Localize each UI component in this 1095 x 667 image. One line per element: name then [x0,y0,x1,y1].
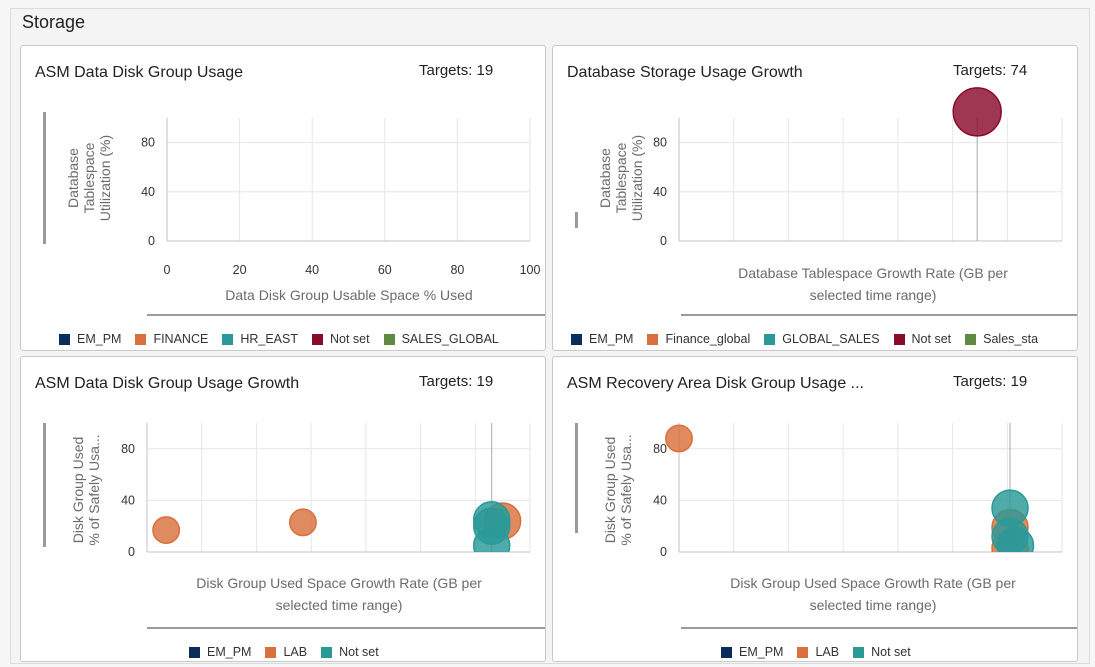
chart-card-asm-recovery-usage[interactable]: ASM Recovery Area Disk Group Usage ... T… [552,356,1078,662]
x-axis-label: Disk Group Used Space Growth Rate (GB pe… [730,575,1016,613]
legend-swatch [265,646,277,658]
data-points [952,87,1002,137]
legend-swatch [135,333,147,345]
y-tick-label: 0 [128,545,135,559]
y-tick-label: 80 [121,442,135,456]
legend-swatch [853,646,865,658]
data-point-not-set[interactable] [952,87,1002,137]
chart-legend: EM_PM LAB Not set [189,645,393,659]
y-tick-label: 0 [148,234,155,248]
x-axis-scrollbar[interactable] [147,627,545,629]
legend-swatch [383,333,395,345]
data-point-lab[interactable] [152,516,181,545]
data-point-lab[interactable] [665,424,693,453]
legend-item[interactable]: Not set [321,645,379,659]
legend-item[interactable]: Not set [893,332,952,346]
legend-label: FINANCE [153,332,209,346]
x-tick-label: 0 [164,263,171,277]
plot-grid [146,423,531,553]
legend-label: LAB [283,645,308,659]
legend-item[interactable]: FINANCE [135,332,208,346]
legend-swatch [321,646,333,658]
scatter-plot: 0 40 80 [121,423,531,564]
data-point-not-set[interactable] [472,526,511,564]
legend-label: GLOBAL_SALES [782,332,880,346]
legend-label: EM_PM [589,332,634,346]
legend-label: Finance_global [665,332,751,346]
y-tick-label: 40 [653,185,667,199]
legend-item[interactable]: Not set [853,645,911,659]
legend-swatch [965,333,977,345]
x-axis-label: Data Disk Group Usable Space % Used [225,287,473,303]
legend-swatch [59,333,70,345]
legend-label: LAB [815,645,840,659]
x-tick-label: 100 [520,263,541,277]
legend-swatch [189,646,200,658]
legend-label: Not set [339,645,379,659]
legend-swatch [311,333,323,345]
legend-label: Sales_sta [983,332,1039,346]
section-title: Storage [22,12,86,32]
data-point-not-set[interactable] [996,526,1035,564]
data-points [665,424,1035,564]
x-tick-label: 40 [305,263,319,277]
legend-label: EM_PM [207,645,252,659]
y-tick-label: 40 [121,493,135,507]
data-point-lab[interactable] [288,508,317,537]
y-tick-label: 80 [653,136,667,150]
y-tick-label: 40 [653,493,667,507]
chart-card-asm-data-usage[interactable]: ASM Data Disk Group Usage Targets: 19 Da… [20,45,546,351]
x-tick-label: 60 [378,263,392,277]
y-tick-label: 80 [653,442,667,456]
legend-label: Not set [871,645,911,659]
legend-swatch [647,333,659,345]
legend-item[interactable]: Finance_global [647,332,750,346]
legend-swatch [893,333,905,345]
chart-card-db-storage-growth[interactable]: Database Storage Usage Growth Targets: 7… [552,45,1078,351]
legend-label: Not set [911,332,952,346]
legend-swatch [721,646,732,658]
y-tick-label: 0 [660,234,667,248]
legend-item[interactable]: SALES_GLOBAL [383,332,499,346]
legend-item[interactable]: GLOBAL_SALES [764,332,880,346]
legend-label: EM_PM [77,332,122,346]
legend-label: EM_PM [739,645,784,659]
legend-swatch [222,333,234,345]
legend-swatch [571,333,582,345]
legend-item[interactable]: EM_PM [59,332,121,346]
y-tick-label: 40 [141,185,155,199]
scatter-plot: 0 40 80 [653,423,1063,564]
x-axis-scrollbar[interactable] [681,627,1077,629]
chart-card-asm-data-growth[interactable]: ASM Data Disk Group Usage Growth Targets… [20,356,546,662]
y-tick-label: 80 [141,136,155,150]
x-tick-label: 20 [233,263,247,277]
legend-label: Not set [329,332,370,346]
x-axis-scrollbar[interactable] [147,314,545,316]
legend-item[interactable]: Sales_sta [965,332,1038,346]
legend-item[interactable]: Not set [311,332,370,346]
legend-item[interactable]: EM_PM [721,645,783,659]
data-points [152,501,522,564]
x-axis-label: Database Tablespace Growth Rate (GB per s… [738,265,1008,303]
legend-item[interactable]: LAB [265,645,307,659]
plot-grid [678,118,1063,242]
x-axis-scrollbar[interactable] [681,314,1077,316]
chart-legend: EM_PM LAB Not set [721,645,925,659]
legend-swatch [764,333,776,345]
legend-item[interactable]: EM_PM [571,332,633,346]
legend-item[interactable]: HR_EAST [222,332,298,346]
legend-label: SALES_GLOBAL [401,332,499,346]
legend-label: HR_EAST [240,332,298,346]
legend-swatch [797,646,809,658]
legend-item[interactable]: EM_PM [189,645,251,659]
x-axis-label: Disk Group Used Space Growth Rate (GB pe… [196,575,482,613]
chart-legend: EM_PM FINANCE HR_EAST Not set SALES_GLOBAL [59,332,513,346]
plot-grid [166,118,531,242]
chart-legend: EM_PM Finance_global GLOBAL_SALES Not set Sa… [571,332,1052,346]
legend-item[interactable]: LAB [797,645,839,659]
y-tick-label: 0 [660,545,667,559]
x-tick-label: 80 [450,263,464,277]
